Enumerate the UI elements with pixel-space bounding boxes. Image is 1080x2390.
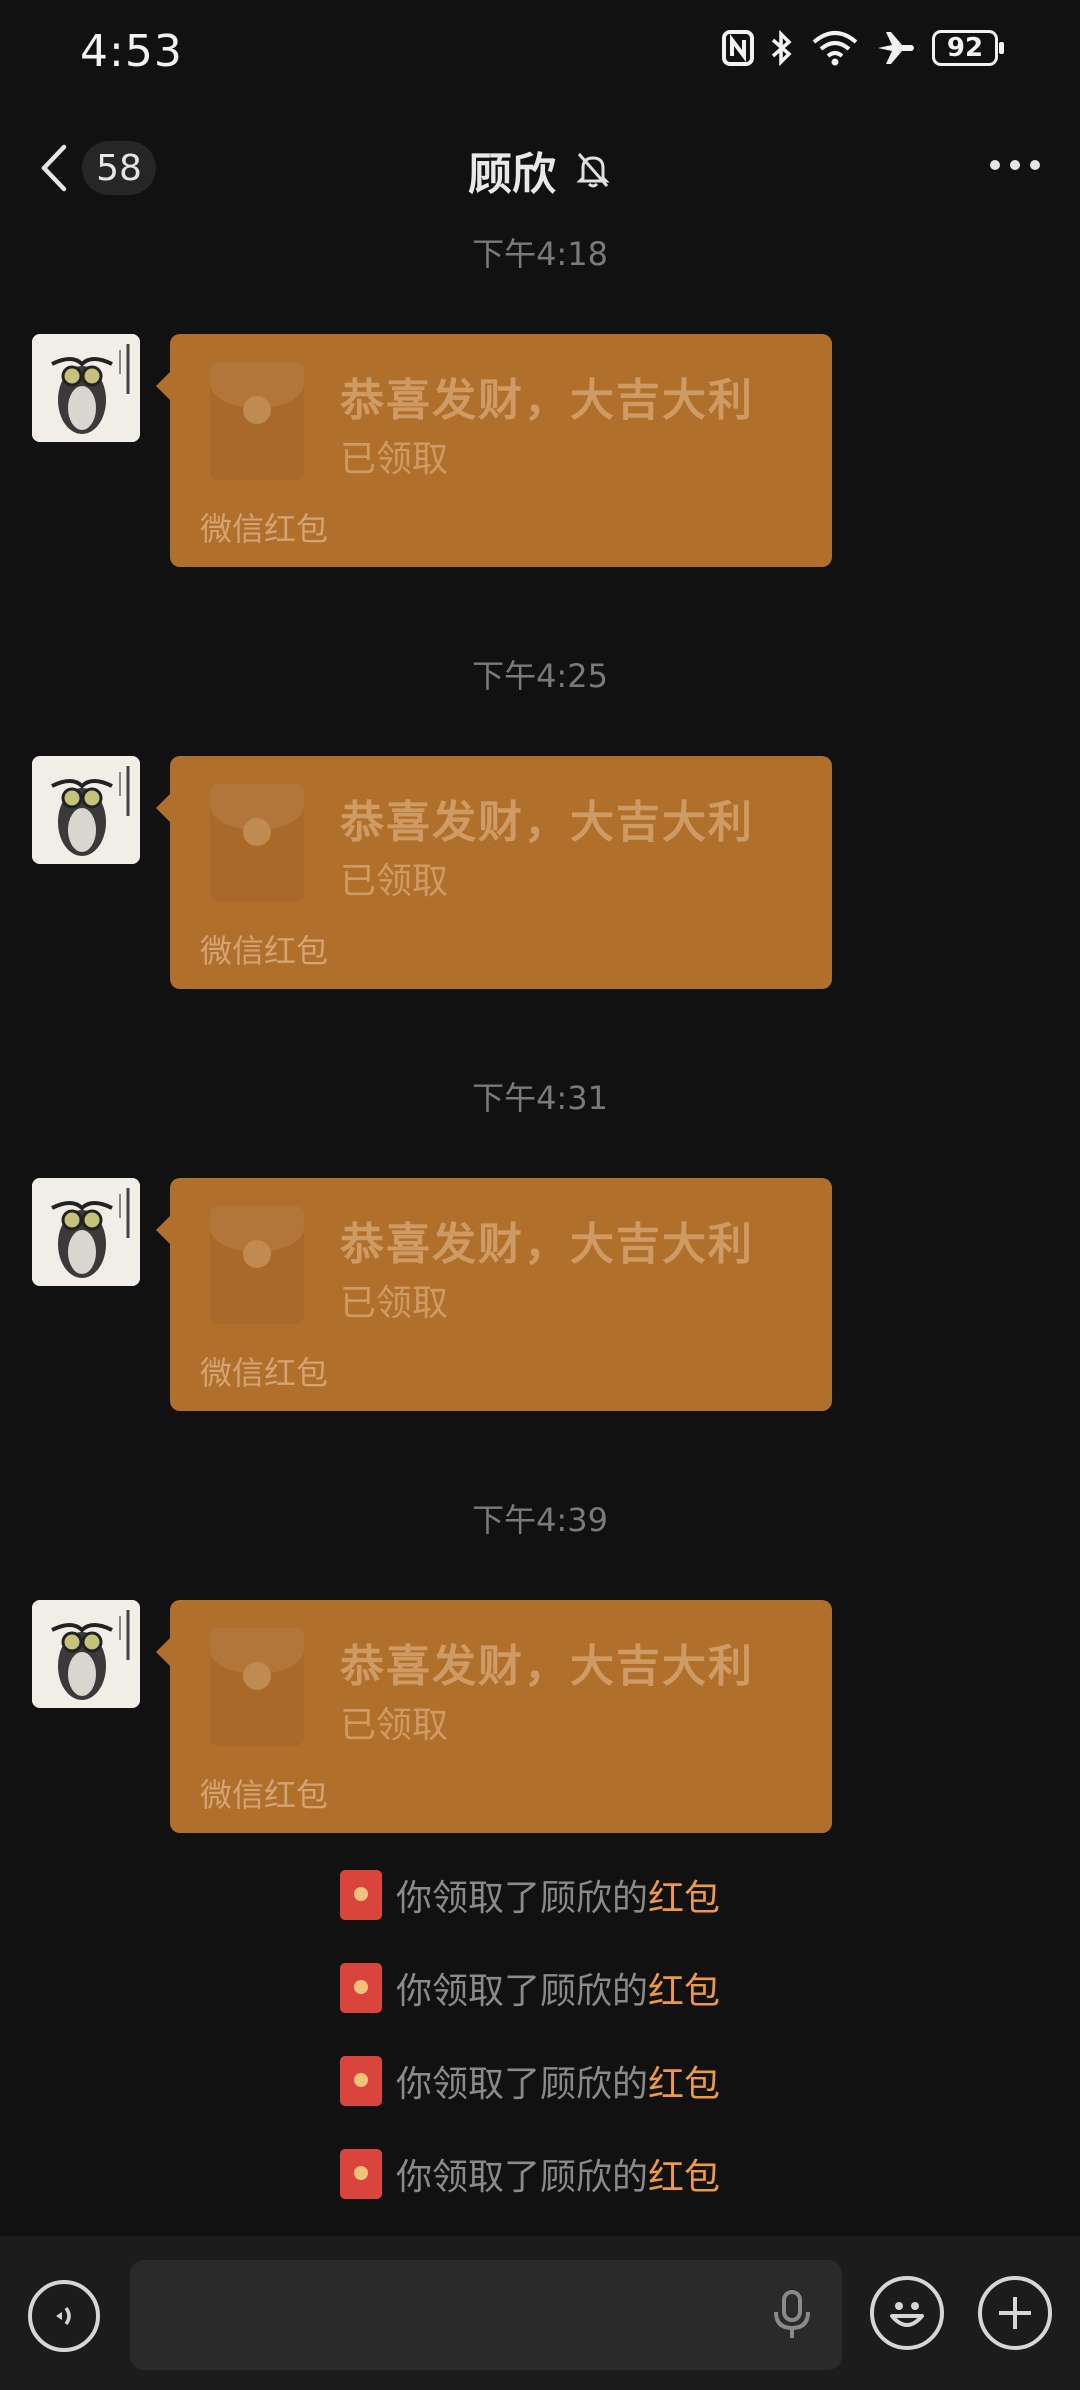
- airplane-mode-icon: [878, 32, 914, 64]
- red-packet-link[interactable]: 红包: [648, 1869, 720, 1921]
- red-packet-icon: [340, 1870, 382, 1920]
- system-notice-text: 你领取了顾欣的: [396, 2064, 649, 2105]
- status-bar: 4:53 92: [0, 0, 1080, 110]
- message-row: 恭喜发财，大吉大利 已领取 微信红包: [0, 334, 1080, 569]
- red-packet-greeting: 恭喜发财，大吉大利: [340, 797, 754, 848]
- avatar[interactable]: [32, 1178, 140, 1286]
- input-bar: [0, 2236, 1080, 2390]
- owl-avatar-image: [32, 1178, 140, 1286]
- system-notice: 你领取了顾欣的 红包: [340, 1963, 720, 2013]
- timestamp: 下午4:31: [472, 1079, 608, 1117]
- system-notice-text: 你领取了顾欣的: [396, 1878, 649, 1919]
- dot-icon: [990, 160, 1000, 170]
- chat-title-area: 顾欣: [0, 138, 1080, 202]
- nfc-icon: [722, 30, 754, 66]
- red-packet-bubble[interactable]: 恭喜发财，大吉大利 已领取 微信红包: [156, 756, 832, 989]
- red-packet-status: 已领取: [340, 861, 449, 902]
- system-notice-text: 你领取了顾欣的: [396, 2157, 649, 2198]
- more-options-button[interactable]: [990, 160, 1040, 170]
- red-packet-status: 已领取: [340, 1283, 449, 1324]
- red-packet-label: 微信红包: [200, 510, 329, 548]
- timestamp: 下午4:25: [472, 657, 608, 695]
- chat-title: 顾欣: [468, 149, 556, 200]
- red-packet-greeting: 恭喜发财，大吉大利: [340, 1219, 754, 1270]
- dot-icon: [1030, 160, 1040, 170]
- red-packet-envelope-icon: [210, 362, 304, 480]
- red-packet-envelope-icon: [210, 784, 304, 902]
- smiley-icon: [890, 2302, 924, 2327]
- red-packet-link[interactable]: 红包: [648, 2148, 720, 2200]
- system-notice: 你领取了顾欣的 红包: [340, 1870, 720, 1920]
- timestamp: 下午4:18: [472, 235, 608, 273]
- owl-avatar-image: [32, 756, 140, 864]
- muted-bell-icon: [576, 153, 610, 188]
- red-packet-envelope-icon: [210, 1628, 304, 1746]
- avatar[interactable]: [32, 334, 140, 442]
- avatar[interactable]: [32, 756, 140, 864]
- red-packet-bubble[interactable]: 恭喜发财，大吉大利 已领取 微信红包: [156, 1178, 832, 1411]
- battery-indicator: 92: [932, 30, 1004, 66]
- red-packet-label: 微信红包: [200, 932, 329, 970]
- status-icons: 92: [722, 30, 1004, 66]
- timestamp: 下午4:39: [472, 1501, 608, 1539]
- red-packet-bubble[interactable]: 恭喜发财，大吉大利 已领取 微信红包: [156, 1600, 832, 1833]
- more-functions-button[interactable]: [978, 2276, 1052, 2350]
- red-packet-envelope-icon: [210, 1206, 304, 1324]
- message-row: 恭喜发财，大吉大利 已领取 微信红包: [0, 756, 1080, 991]
- bluetooth-icon: [771, 30, 792, 66]
- voice-icon: [56, 2306, 71, 2326]
- status-time: 4:53: [80, 26, 183, 77]
- plus-icon: [999, 2297, 1031, 2329]
- system-notice-text: 你领取了顾欣的: [396, 1971, 649, 2012]
- system-notice: 你领取了顾欣的 红包: [340, 2149, 720, 2199]
- microphone-button[interactable]: [770, 2288, 814, 2344]
- message-row: 恭喜发财，大吉大利 已领取 微信红包: [0, 1600, 1080, 1835]
- avatar[interactable]: [32, 1600, 140, 1708]
- red-packet-label: 微信红包: [200, 1776, 329, 1814]
- message-input[interactable]: [130, 2260, 842, 2370]
- wifi-icon: [812, 31, 858, 66]
- red-packet-link[interactable]: 红包: [648, 1962, 720, 2014]
- battery-level: 92: [946, 33, 984, 63]
- red-packet-label: 微信红包: [200, 1354, 329, 1392]
- red-packet-link[interactable]: 红包: [648, 2055, 720, 2107]
- red-packet-greeting: 恭喜发财，大吉大利: [340, 1641, 754, 1692]
- red-packet-bubble[interactable]: 恭喜发财，大吉大利 已领取 微信红包: [156, 334, 832, 567]
- red-packet-status: 已领取: [340, 439, 449, 480]
- red-packet-icon: [340, 2056, 382, 2106]
- red-packet-greeting: 恭喜发财，大吉大利: [340, 375, 754, 426]
- owl-avatar-image: [32, 334, 140, 442]
- system-notice: 你领取了顾欣的 红包: [340, 2056, 720, 2106]
- microphone-icon: [774, 2290, 810, 2338]
- dot-icon: [1010, 160, 1020, 170]
- emoji-button[interactable]: [870, 2276, 944, 2350]
- red-packet-icon: [340, 2149, 382, 2199]
- owl-avatar-image: [32, 1600, 140, 1708]
- red-packet-icon: [340, 1963, 382, 2013]
- chat-header: 58 顾欣: [0, 110, 1080, 225]
- red-packet-status: 已领取: [340, 1705, 449, 1746]
- message-row: 恭喜发财，大吉大利 已领取 微信红包: [0, 1178, 1080, 1413]
- voice-mode-button[interactable]: [28, 2280, 100, 2352]
